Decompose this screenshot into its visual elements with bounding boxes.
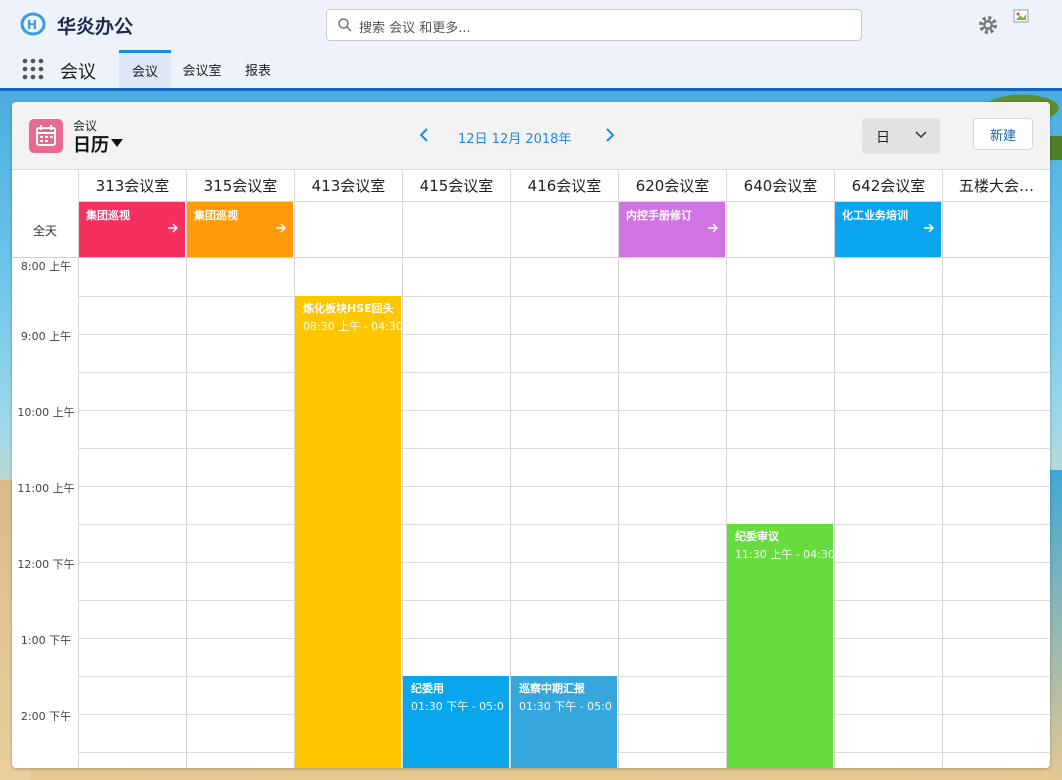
avatar[interactable] xyxy=(1012,8,1046,40)
calendar-icon xyxy=(29,119,63,153)
grid-line xyxy=(78,638,1050,639)
room-column-header: 416会议室 xyxy=(510,170,618,202)
event-title: 集团巡视 xyxy=(194,209,238,222)
room-column-header: 642会议室 xyxy=(834,170,942,202)
global-search-input[interactable]: 搜索 会议 和更多... xyxy=(326,9,862,41)
room-column-header: 313会议室 xyxy=(78,170,186,202)
tab-reports[interactable]: 报表 xyxy=(236,50,280,88)
allday-cell[interactable] xyxy=(942,202,1050,258)
allday-cell[interactable] xyxy=(510,202,618,258)
room-column-header: 315会议室 xyxy=(186,170,294,202)
event-time: 11:30 上午 - 04:30 xyxy=(735,548,833,561)
event-time: 01:30 下午 - 05:0 xyxy=(519,700,612,713)
grid-line xyxy=(78,372,1050,373)
view-title[interactable]: 日历 xyxy=(73,131,109,157)
time-label: 9:00 上午 xyxy=(20,330,72,343)
allday-row: 全天 集团巡视 集团巡视 内控手册修订 化工业务培训 xyxy=(12,202,1050,258)
current-date: 12日 12月 2018年 xyxy=(458,132,572,147)
event-title: 化工业务培训 xyxy=(842,209,908,222)
chevron-down-icon xyxy=(915,131,927,139)
event-title: 纪委用 xyxy=(411,682,444,695)
search-icon xyxy=(338,18,352,32)
svg-text:H: H xyxy=(27,18,37,32)
app-logo-text: 华炎办公 xyxy=(57,16,134,38)
grid-line xyxy=(942,258,943,768)
background-beach xyxy=(1048,470,1062,780)
arrow-right-icon xyxy=(924,223,934,233)
allday-event[interactable]: 集团巡视 xyxy=(187,202,293,257)
allday-event[interactable]: 化工业务培训 xyxy=(835,202,941,257)
broken-image-icon xyxy=(1013,9,1029,23)
grid-line xyxy=(78,486,1050,487)
event-title: 炼化板块HSE回头 xyxy=(303,302,394,315)
grid-line xyxy=(78,562,1050,563)
view-mode-select[interactable]: 日 xyxy=(862,118,940,154)
calendar-grid: 313会议室 315会议室 413会议室 415会议室 416会议室 620会议… xyxy=(12,170,1050,768)
grid-line xyxy=(78,258,79,768)
event-title: 内控手册修订 xyxy=(626,209,692,222)
room-column-header: 五楼大会… xyxy=(942,170,1050,202)
allday-label: 全天 xyxy=(32,224,57,238)
calendar-header: 会议 日历 12日 12月 2018年 日 新建 xyxy=(12,102,1050,170)
grid-line xyxy=(78,410,1050,411)
allday-cell[interactable] xyxy=(294,202,402,258)
grid-line xyxy=(186,258,187,768)
room-column-header: 620会议室 xyxy=(618,170,726,202)
time-label: 8:00 上午 xyxy=(20,260,72,273)
time-label: 2:00 下午 xyxy=(20,710,72,723)
room-column-header: 415会议室 xyxy=(402,170,510,202)
meeting-event[interactable]: 巡察中期汇报 01:30 下午 - 05:0 xyxy=(511,676,617,768)
top-bar: H 华炎办公 搜索 会议 和更多... xyxy=(0,0,1062,50)
event-time: 01:30 下午 - 05:0 xyxy=(411,700,504,713)
caret-down-icon[interactable] xyxy=(111,138,123,148)
app-launcher-icon[interactable] xyxy=(22,58,44,80)
new-meeting-button[interactable]: 新建 xyxy=(973,118,1033,150)
allday-cell[interactable] xyxy=(726,202,834,258)
calendar-card: 会议 日历 12日 12月 2018年 日 新建 313会议室 315会议室 4… xyxy=(12,102,1050,768)
meeting-event[interactable]: 纪委审议 11:30 上午 - 04:30 xyxy=(727,524,833,768)
allday-event[interactable]: 集团巡视 xyxy=(79,202,185,257)
arrow-right-icon xyxy=(168,223,178,233)
room-column-header: 413会议室 xyxy=(294,170,402,202)
grid-line xyxy=(78,448,1050,449)
room-column-header: 640会议室 xyxy=(726,170,834,202)
grid-line xyxy=(78,600,1050,601)
grid-line xyxy=(834,258,835,768)
event-title: 巡察中期汇报 xyxy=(519,682,585,695)
allday-event[interactable]: 内控手册修订 xyxy=(619,202,725,257)
app-name: 会议 xyxy=(60,62,96,83)
tab-meeting-rooms[interactable]: 会议室 xyxy=(175,50,229,88)
meeting-event[interactable]: 纪委用 01:30 下午 - 05:0 xyxy=(403,676,509,768)
meeting-event[interactable]: 炼化板块HSE回头 08:30 上午 - 04:30 xyxy=(295,296,401,768)
time-label: 11:00 上午 xyxy=(17,482,75,495)
search-placeholder: 搜索 会议 和更多... xyxy=(359,21,471,36)
arrow-right-icon xyxy=(276,223,286,233)
tab-meetings[interactable]: 会议 xyxy=(119,50,171,88)
time-label: 1:00 下午 xyxy=(20,634,72,647)
logo-icon: H xyxy=(20,12,46,36)
grid-line xyxy=(78,296,1050,297)
header-divider xyxy=(0,88,1062,91)
time-label: 10:00 上午 xyxy=(17,406,75,419)
previous-day-button[interactable] xyxy=(416,126,432,144)
allday-cell[interactable] xyxy=(402,202,510,258)
time-label: 12:00 下午 xyxy=(17,558,75,571)
gear-icon[interactable] xyxy=(977,14,999,36)
arrow-right-icon xyxy=(708,223,718,233)
grid-line xyxy=(78,524,1050,525)
time-grid[interactable]: 8:00 上午 9:00 上午 10:00 上午 11:00 上午 12:00 … xyxy=(12,258,1050,768)
next-day-button[interactable] xyxy=(602,126,618,144)
event-title: 纪委审议 xyxy=(735,530,779,543)
nav-bar: 会议 会议 会议室 报表 xyxy=(0,50,1062,88)
grid-line xyxy=(78,334,1050,335)
event-title: 集团巡视 xyxy=(86,209,130,222)
view-mode-value: 日 xyxy=(876,130,890,146)
grid-line xyxy=(618,258,619,768)
event-time: 08:30 上午 - 04:30 xyxy=(303,320,401,333)
